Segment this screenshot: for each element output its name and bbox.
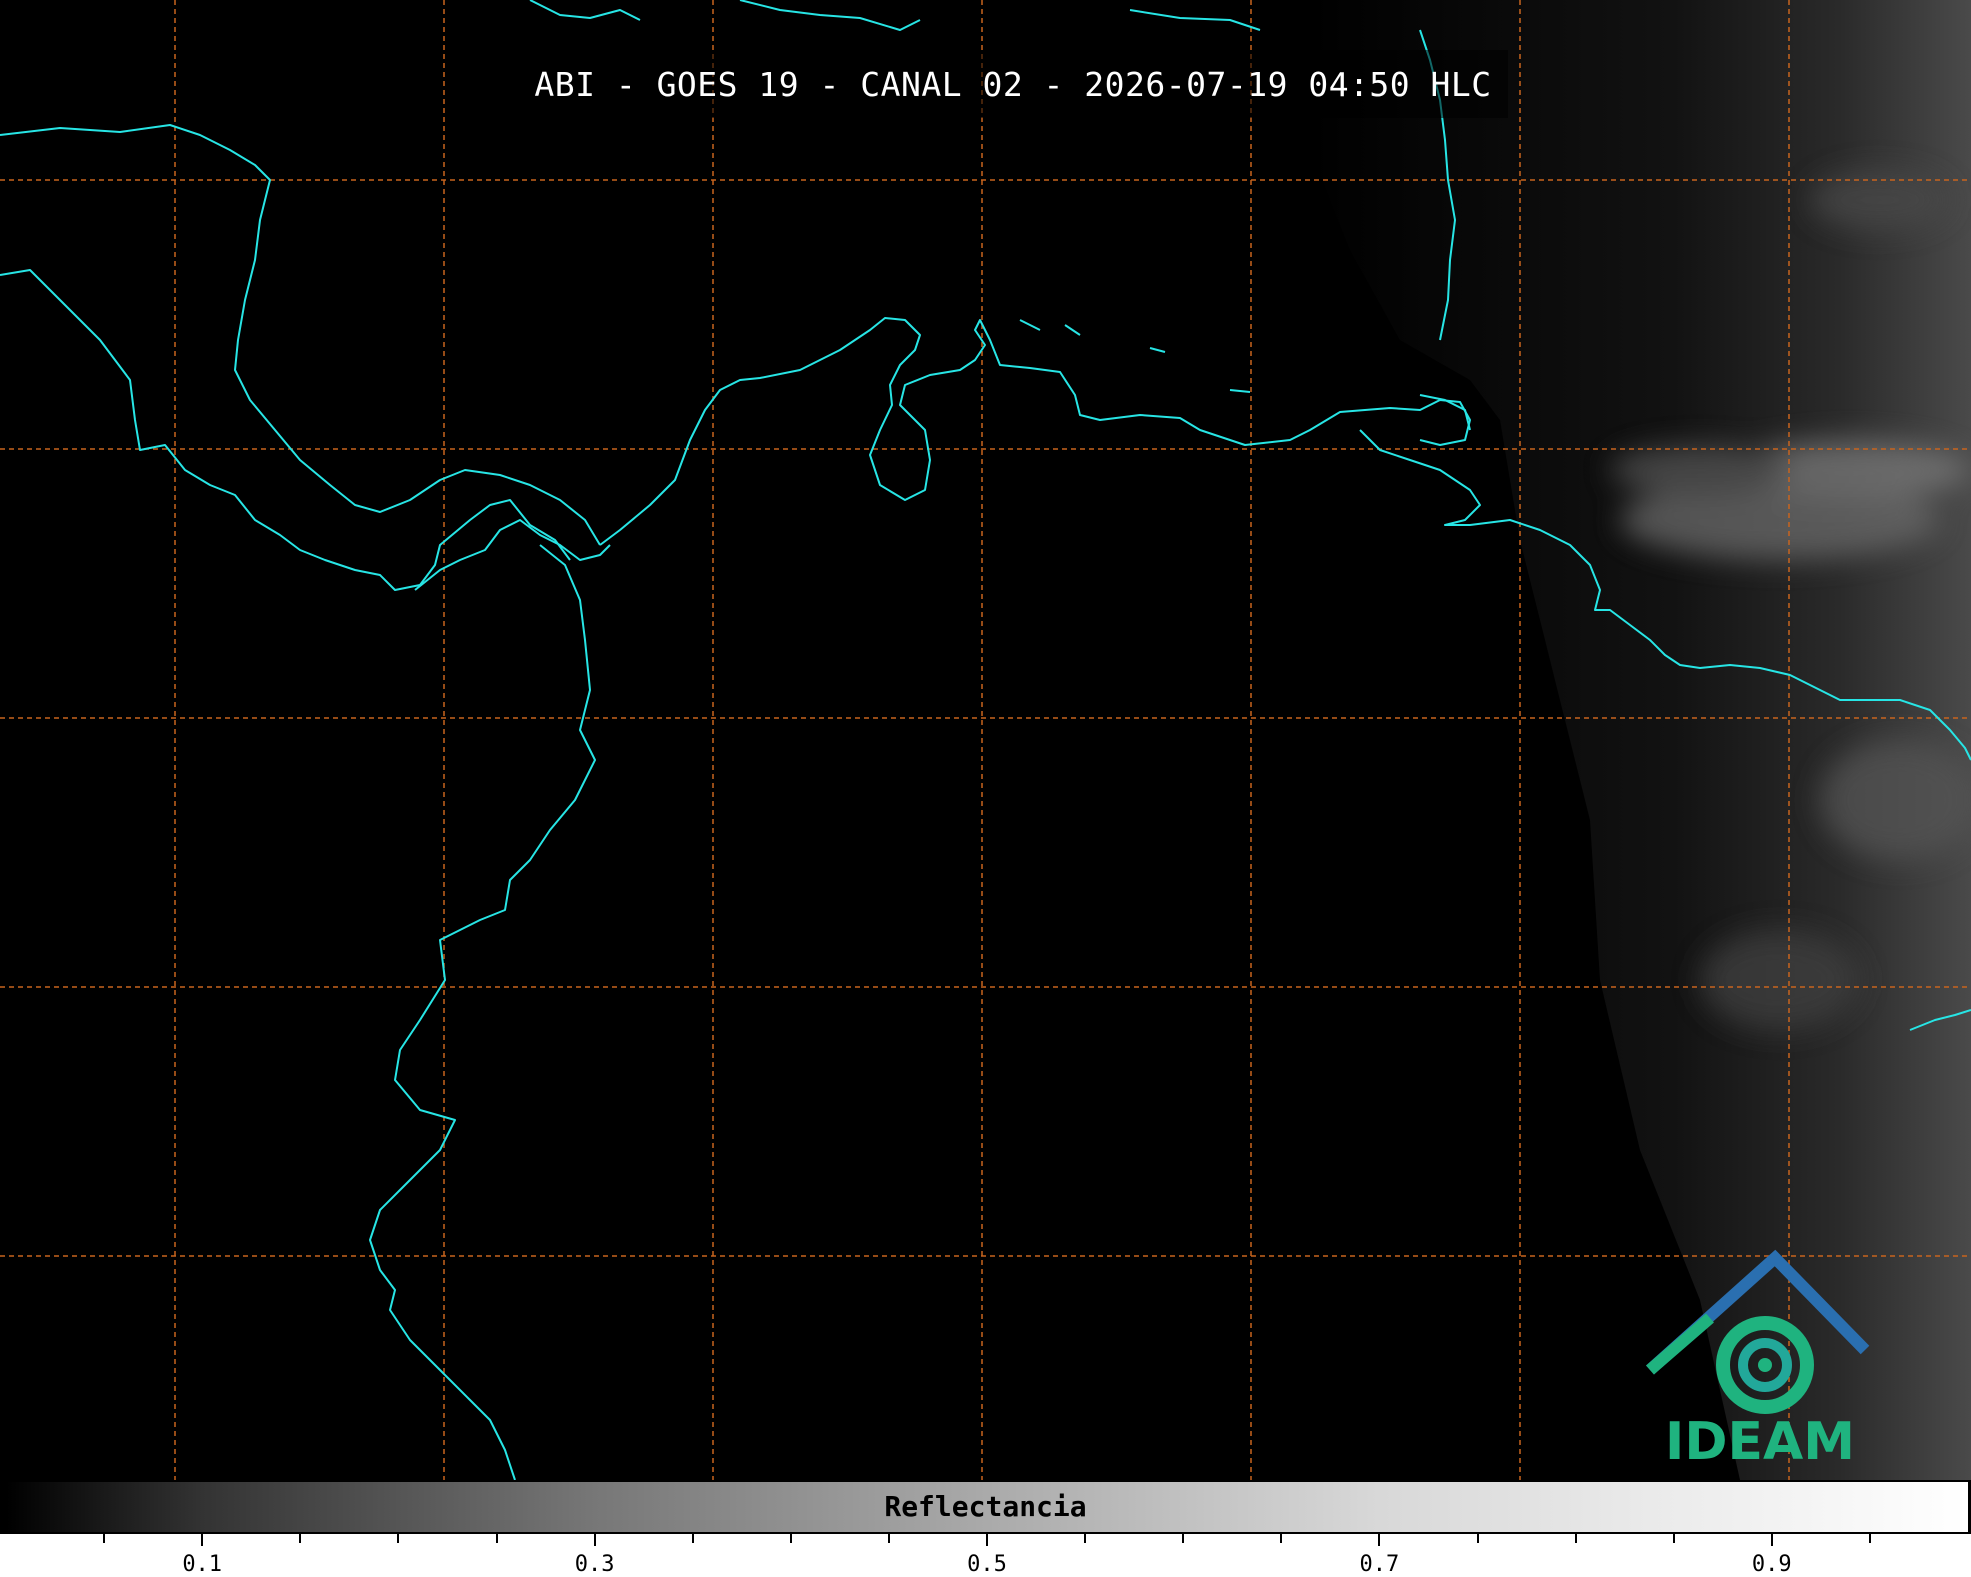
colorbar-minor-tick [691,1534,694,1543]
colorbar-minor-tick [1182,1534,1185,1543]
colorbar-minor-tick [397,1534,400,1543]
colorbar-minor-tick [1574,1534,1577,1543]
colorbar-minor-tick [1672,1534,1675,1543]
satellite-map [0,0,1971,1481]
colorbar-minor-tick [1280,1534,1283,1543]
colorbar-minor-tick [103,1534,106,1543]
colorbar-major-tick [1770,1534,1773,1546]
colorbar-major-tick [593,1534,596,1546]
map-title: ABI - GOES 19 - CANAL 02 - 2026-07-19 04… [518,50,1508,118]
colorbar-major-tick [986,1534,988,1546]
colorbar-major-tick [1378,1534,1381,1546]
colorbar-minor-tick [495,1534,498,1543]
colorbar-minor-tick [887,1534,890,1543]
colorbar-minor-tick [1868,1534,1871,1543]
colorbar-label: Reflectancia [884,1490,1087,1523]
colorbar-minor-tick [1084,1534,1087,1543]
colorbar-major-tick [201,1534,204,1546]
ideam-logo-text: IDEAM [1664,1412,1856,1472]
colorbar-minor-tick [1476,1534,1479,1543]
colorbar-tick-label: 0.9 [1751,1552,1792,1577]
colorbar-minor-tick [789,1534,792,1543]
colorbar-tick-label: 0.5 [967,1552,1007,1577]
colorbar-tick-label: 0.7 [1359,1552,1400,1577]
colorbar-tick-label: 0.3 [574,1552,615,1577]
colorbar-minor-tick [299,1534,302,1543]
colorbar-tick-label: 0.1 [182,1552,223,1577]
